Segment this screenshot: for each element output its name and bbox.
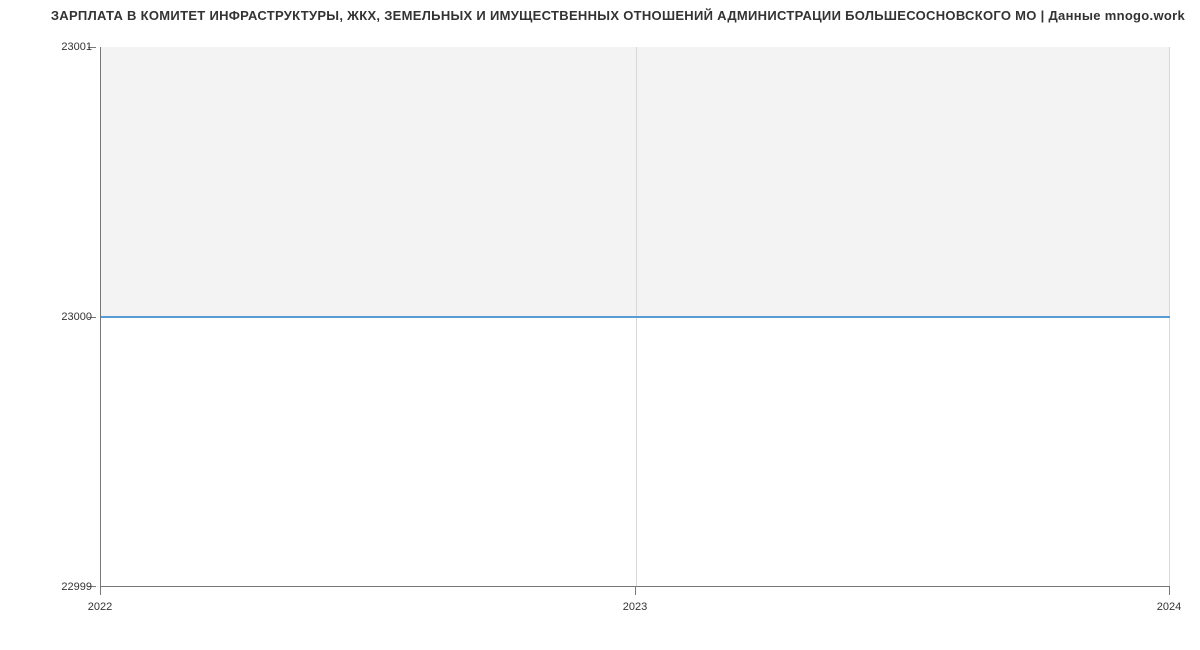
plot-area <box>100 47 1170 587</box>
x-tick-label: 2024 <box>1157 601 1181 613</box>
chart-title: ЗАРПЛАТА В КОМИТЕТ ИНФРАСТРУКТУРЫ, ЖКХ, … <box>0 0 1200 27</box>
chart-container: 23001 23000 22999 2022 2023 2024 <box>0 27 1200 627</box>
x-tick <box>1169 587 1170 595</box>
y-tick-label: 23000 <box>61 311 92 323</box>
y-tick-label: 22999 <box>61 581 92 593</box>
x-tick-label: 2022 <box>88 601 112 613</box>
x-tick-label: 2023 <box>623 601 647 613</box>
x-tick <box>635 587 636 595</box>
y-tick-label: 23001 <box>61 41 92 53</box>
data-line <box>101 316 1170 318</box>
x-tick <box>100 587 101 595</box>
